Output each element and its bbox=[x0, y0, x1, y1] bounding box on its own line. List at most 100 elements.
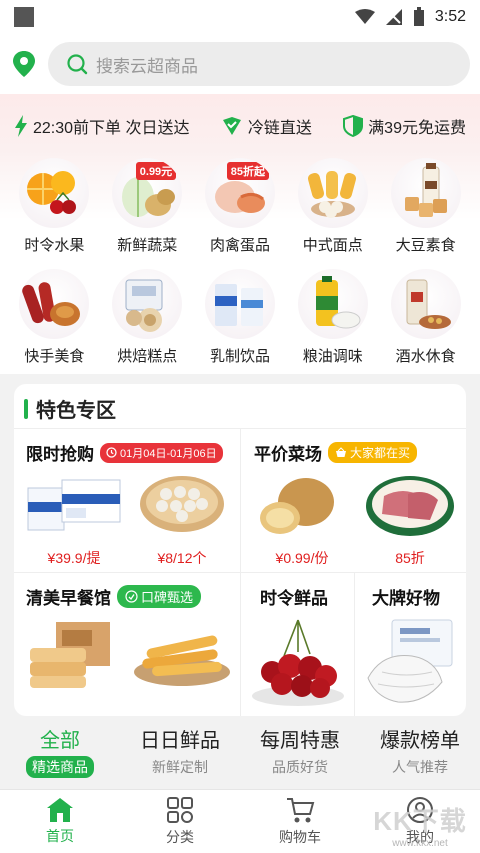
nav-cart[interactable]: 购物车 bbox=[240, 790, 360, 853]
drinks-snacks-image bbox=[390, 269, 461, 339]
breakfast-section[interactable]: 清美早餐馆 口碑甄选 bbox=[14, 572, 240, 716]
category-bakery-label: 烘焙糕点 bbox=[117, 348, 178, 365]
category-soy[interactable]: 大豆素食 bbox=[379, 158, 472, 255]
quick-food-image bbox=[19, 269, 90, 339]
nav-cart-label: 购物车 bbox=[279, 829, 321, 845]
search-icon bbox=[67, 54, 88, 75]
promise-free-shipping-text: 满39元免运费 bbox=[368, 120, 466, 137]
breakfast-header: 清美早餐馆 口碑甄选 bbox=[26, 584, 202, 609]
tab-hot-list-sub: 人气推荐 bbox=[392, 759, 448, 775]
fruit-image bbox=[19, 158, 90, 228]
tab-weekly-deals-sub: 品质好货 bbox=[272, 759, 328, 775]
milk-box-image bbox=[26, 472, 122, 537]
nav-home[interactable]: 首页 bbox=[0, 790, 120, 853]
brands-title: 大牌好物 bbox=[372, 589, 440, 608]
category-bakery[interactable]: 烘焙糕点 bbox=[101, 269, 194, 366]
nav-category-label: 分类 bbox=[166, 829, 194, 845]
lightning-icon bbox=[15, 115, 27, 137]
bakery-image bbox=[112, 269, 183, 339]
tab-daily-fresh-sub: 新鲜定制 bbox=[152, 759, 208, 775]
watermark-text: KK下载 bbox=[373, 806, 467, 836]
battery-icon bbox=[413, 7, 424, 26]
category-fruit-label: 时令水果 bbox=[24, 237, 85, 254]
potato-price: ¥0.99/份 bbox=[275, 550, 329, 566]
big-brands-section[interactable]: 大牌好物 bbox=[354, 572, 466, 716]
featured-zone-title: 特色专区 bbox=[24, 394, 116, 423]
flash-sale-header: 限时抢购 01月04日-01月06日 bbox=[26, 440, 223, 465]
category-drinks-snacks-label: 酒水休食 bbox=[395, 348, 456, 365]
grain-oil-image bbox=[297, 269, 368, 339]
half-shield-icon bbox=[343, 115, 364, 137]
category-quick-food[interactable]: 快手美食 bbox=[8, 269, 101, 366]
title-accent-bar bbox=[24, 398, 28, 419]
tab-daily-fresh-label: 日日鲜品 bbox=[140, 730, 220, 752]
status-indicators: 3:52 bbox=[354, 7, 466, 27]
category-grain-oil[interactable]: 粮油调味 bbox=[286, 269, 379, 366]
category-soy-label: 大豆素食 bbox=[395, 237, 456, 254]
pastry-image bbox=[297, 158, 368, 228]
brands-header: 大牌好物 bbox=[372, 584, 440, 609]
breakfast-title: 清美早餐馆 bbox=[26, 589, 111, 608]
fair-price-badge-text: 大家都在买 bbox=[350, 446, 411, 460]
cherries-image bbox=[248, 616, 348, 713]
category-vegetables-label: 新鲜蔬菜 bbox=[117, 237, 178, 254]
potato-image bbox=[250, 468, 346, 545]
category-vegetables[interactable]: 0.99元 新鲜蔬菜 bbox=[101, 158, 194, 255]
soy-image bbox=[390, 158, 461, 228]
category-meat-label: 肉禽蛋品 bbox=[209, 237, 270, 254]
category-pastry-label: 中式面点 bbox=[302, 237, 363, 254]
category-vegetables-tag: 0.99元 bbox=[135, 162, 177, 180]
category-fruit[interactable]: 时令水果 bbox=[8, 158, 101, 255]
meat-image: 85折起 bbox=[204, 158, 275, 228]
tab-hot-list[interactable]: 爆款榜单 人气推荐 bbox=[360, 724, 480, 786]
pork-plate-image bbox=[364, 468, 456, 543]
category-meat[interactable]: 85折起 肉禽蛋品 bbox=[194, 158, 287, 255]
site-watermark: KK下载 www.kkx.net bbox=[360, 800, 480, 850]
promise-delivery-text: 22:30前下单 次日送达 bbox=[33, 120, 190, 137]
category-dairy-label: 乳制饮品 bbox=[209, 348, 270, 365]
pork-discount: 85折 bbox=[395, 550, 425, 566]
category-drinks-snacks[interactable]: 酒水休食 bbox=[379, 269, 472, 366]
breakfast-badge: 口碑甄选 bbox=[117, 585, 202, 608]
tab-hot-list-label: 爆款榜单 bbox=[380, 730, 460, 752]
tab-all-label: 全部 bbox=[40, 730, 80, 752]
promise-cold-chain: 冷链直送 bbox=[221, 114, 312, 138]
thumbs-up-icon bbox=[125, 590, 138, 603]
service-promise-row: 22:30前下单 次日送达 冷链直送 满39元免运费 bbox=[14, 110, 466, 142]
flash-sale-section[interactable]: 限时抢购 01月04日-01月06日 ¥39.9/提 ¥8/12个 bbox=[14, 428, 240, 572]
dumpling-plate-image bbox=[138, 468, 226, 539]
location-pin-icon[interactable] bbox=[10, 50, 38, 78]
promise-cold-chain-text: 冷链直送 bbox=[247, 120, 312, 137]
category-pastry[interactable]: 中式面点 bbox=[286, 158, 379, 255]
dairy-image bbox=[204, 269, 275, 339]
featured-zone-title-text: 特色专区 bbox=[36, 400, 116, 422]
search-row: 搜索云超商品 bbox=[0, 34, 480, 94]
status-bar: 3:52 bbox=[0, 0, 480, 34]
category-grain-oil-label: 粮油调味 bbox=[302, 348, 363, 365]
promise-delivery: 22:30前下单 次日送达 bbox=[14, 114, 190, 138]
category-grid: 时令水果 0.99元 新鲜蔬菜 85折起 肉禽蛋品 中式面点 大豆素食 快手美食 bbox=[8, 158, 472, 366]
nav-home-label: 首页 bbox=[46, 828, 74, 844]
promise-free-shipping: 满39元免运费 bbox=[343, 114, 466, 138]
tab-weekly-deals[interactable]: 每周特惠 品质好货 bbox=[240, 724, 360, 786]
category-meat-tag: 85折起 bbox=[226, 162, 269, 180]
nav-category[interactable]: 分类 bbox=[120, 790, 240, 853]
tab-all[interactable]: 全部 精选商品 bbox=[0, 724, 120, 786]
seasonal-fresh-section[interactable]: 时令鲜品 bbox=[240, 572, 354, 716]
breakfast-badge-text: 口碑甄选 bbox=[141, 590, 194, 605]
watermark-url: www.kkx.net bbox=[392, 838, 448, 849]
tab-daily-fresh[interactable]: 日日鲜品 新鲜定制 bbox=[120, 724, 240, 786]
fair-price-market-section[interactable]: 平价菜场 大家都在买 ¥0.99/份 85折 bbox=[240, 428, 466, 572]
featured-zone-card: 特色专区 限时抢购 01月04日-01月06日 ¥39.9/提 ¥8/12个 平… bbox=[14, 384, 466, 716]
search-input[interactable]: 搜索云超商品 bbox=[48, 42, 470, 86]
wifi-icon bbox=[354, 9, 375, 24]
vegetables-image: 0.99元 bbox=[112, 158, 183, 228]
basket-icon bbox=[336, 447, 346, 457]
fair-price-header: 平价菜场 大家都在买 bbox=[254, 440, 418, 465]
category-dairy[interactable]: 乳制饮品 bbox=[194, 269, 287, 366]
fair-price-title: 平价菜场 bbox=[254, 445, 322, 464]
flash-sale-title: 限时抢购 bbox=[26, 445, 94, 464]
fair-price-badge: 大家都在买 bbox=[328, 442, 418, 463]
seasonal-title: 时令鲜品 bbox=[260, 589, 328, 608]
flash-sale-date-badge: 01月04日-01月06日 bbox=[100, 442, 223, 463]
